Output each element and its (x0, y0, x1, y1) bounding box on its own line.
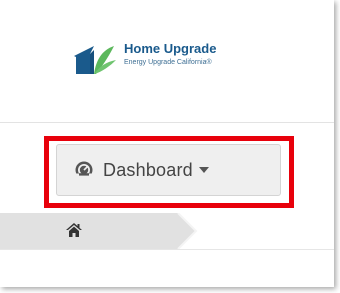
home-icon (66, 223, 82, 237)
dashboard-dropdown-button[interactable]: Dashboard (56, 144, 281, 196)
brand-name: Home Upgrade (124, 41, 217, 56)
caret-down-icon (198, 167, 209, 173)
house-logo-icon (74, 46, 116, 74)
breadcrumb-home-link[interactable] (66, 222, 82, 238)
breadcrumb (0, 213, 334, 250)
dashboard-gauge-icon (75, 161, 93, 179)
breadcrumb-background (0, 213, 198, 249)
dashboard-label: Dashboard (103, 159, 193, 180)
app-panel: Home Upgrade Energy Upgrade California® … (0, 0, 334, 287)
header: Home Upgrade Energy Upgrade California® (0, 0, 334, 123)
brand-tagline: Energy Upgrade California® (124, 59, 212, 66)
brand-logo[interactable]: Home Upgrade Energy Upgrade California® (70, 40, 260, 80)
